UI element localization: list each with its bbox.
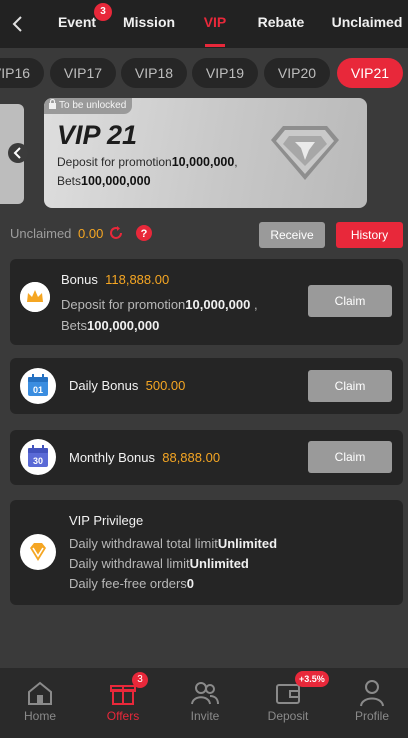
nav-deposit-label: Deposit <box>267 709 309 723</box>
bonus-deposit-line: Deposit for promotion10,000,000 , <box>61 297 258 312</box>
daily-bonus-amount: 500.00 <box>145 378 186 393</box>
privilege-title: VIP Privilege <box>69 513 144 528</box>
nav-profile-label: Profile <box>354 709 389 723</box>
bonus-amount: 118,888.00 <box>105 272 170 287</box>
vip-card-title: VIP 21 <box>57 120 138 150</box>
tab-vip[interactable]: VIP <box>196 0 234 48</box>
bonus-title: Bonus 118,888.00 <box>61 272 170 287</box>
card-deposit-line: Deposit for promotion10,000,000, <box>57 155 238 169</box>
tab-active-indicator <box>205 44 225 47</box>
profile-icon <box>360 680 384 707</box>
vip-badge-icon <box>271 126 339 180</box>
svg-text:01: 01 <box>33 385 43 395</box>
crown-icon <box>20 282 50 312</box>
daily-bonus-panel: 01 Daily Bonus 500.00 Claim <box>10 358 403 414</box>
vip-level-pill[interactable]: VIP19 <box>192 58 258 88</box>
vip-level-pill[interactable]: VIP17 <box>50 58 116 88</box>
calendar-icon: 30 <box>20 439 56 475</box>
vip-level-selector: VIP16 VIP17 VIP18 VIP19 VIP20 VIP21 <box>0 56 408 90</box>
vip-privilege-panel: VIP Privilege Daily withdrawal total lim… <box>10 500 403 605</box>
lock-label: To be unlocked <box>59 100 127 111</box>
offers-badge: 3 <box>132 672 148 688</box>
nav-offers[interactable]: 3 Offers <box>88 668 158 738</box>
lock-icon <box>49 98 56 109</box>
vip-level-pill-active[interactable]: VIP21 <box>337 58 403 88</box>
calendar-icon: 01 <box>20 368 56 404</box>
bonus-panel: Bonus 118,888.00 Deposit for promotion10… <box>10 259 403 345</box>
nav-profile[interactable]: Profile <box>337 668 407 738</box>
tab-rebate[interactable]: Rebate <box>252 0 310 48</box>
vip-level-pill[interactable]: VIP18 <box>121 58 187 88</box>
daily-claim-button[interactable]: Claim <box>308 370 392 402</box>
unclaimed-label: Unclaimed <box>10 226 72 241</box>
monthly-bonus-panel: 30 Monthly Bonus 88,888.00 Claim <box>10 430 403 485</box>
tab-unclaimed[interactable]: Unclaimed <box>328 0 406 48</box>
svg-text:30: 30 <box>33 456 43 466</box>
unclaimed-amount: 0.00 <box>78 226 104 241</box>
nav-deposit[interactable]: +3.5% Deposit <box>253 668 329 738</box>
help-icon[interactable]: ? <box>136 225 152 241</box>
history-button[interactable]: History <box>336 222 403 248</box>
nav-home[interactable]: Home <box>5 668 75 738</box>
vip-level-pill[interactable]: VIP16 <box>0 58 44 88</box>
nav-invite-label: Invite <box>190 709 220 723</box>
back-arrow-icon[interactable] <box>6 12 30 36</box>
deposit-bonus-badge: +3.5% <box>295 671 329 687</box>
bottom-nav-bar: Home 3 Offers Invite +3.5% Deposit Profi… <box>0 668 408 738</box>
top-nav-bar: Event 3 Mission VIP Rebate Unclaimed <box>0 0 408 48</box>
monthly-bonus-title: Monthly Bonus 88,888.00 <box>69 450 221 465</box>
chevron-left-icon <box>13 147 21 159</box>
nav-home-label: Home <box>23 709 56 723</box>
refresh-icon[interactable] <box>108 225 124 241</box>
lock-status-badge: To be unlocked <box>44 98 133 114</box>
daily-bonus-title: Daily Bonus 500.00 <box>69 378 186 393</box>
home-icon <box>28 681 52 705</box>
nav-offers-label: Offers <box>106 709 140 723</box>
nav-invite[interactable]: Invite <box>170 668 240 738</box>
privilege-row: Daily fee-free orders0 <box>69 576 195 591</box>
bonus-claim-button[interactable]: Claim <box>308 285 392 317</box>
monthly-claim-button[interactable]: Claim <box>308 441 392 473</box>
vip-level-pill[interactable]: VIP20 <box>264 58 330 88</box>
bonus-bets-line: Bets100,000,000 <box>61 318 160 333</box>
monthly-bonus-amount: 88,888.00 <box>162 450 221 465</box>
invite-icon <box>191 682 219 705</box>
privilege-row: Daily withdrawal total limitUnlimited <box>69 536 278 551</box>
event-badge: 3 <box>94 3 112 21</box>
vip-card: To be unlocked VIP 21 Deposit for promot… <box>44 98 367 208</box>
tab-mission[interactable]: Mission <box>120 0 178 48</box>
svg-text:?: ? <box>141 228 148 240</box>
diamond-icon <box>20 534 56 570</box>
card-bets-line: Bets100,000,000 <box>57 174 151 188</box>
privilege-row: Daily withdrawal limitUnlimited <box>69 556 249 571</box>
receive-button[interactable]: Receive <box>259 222 325 248</box>
carousel-prev-button[interactable] <box>8 143 28 163</box>
